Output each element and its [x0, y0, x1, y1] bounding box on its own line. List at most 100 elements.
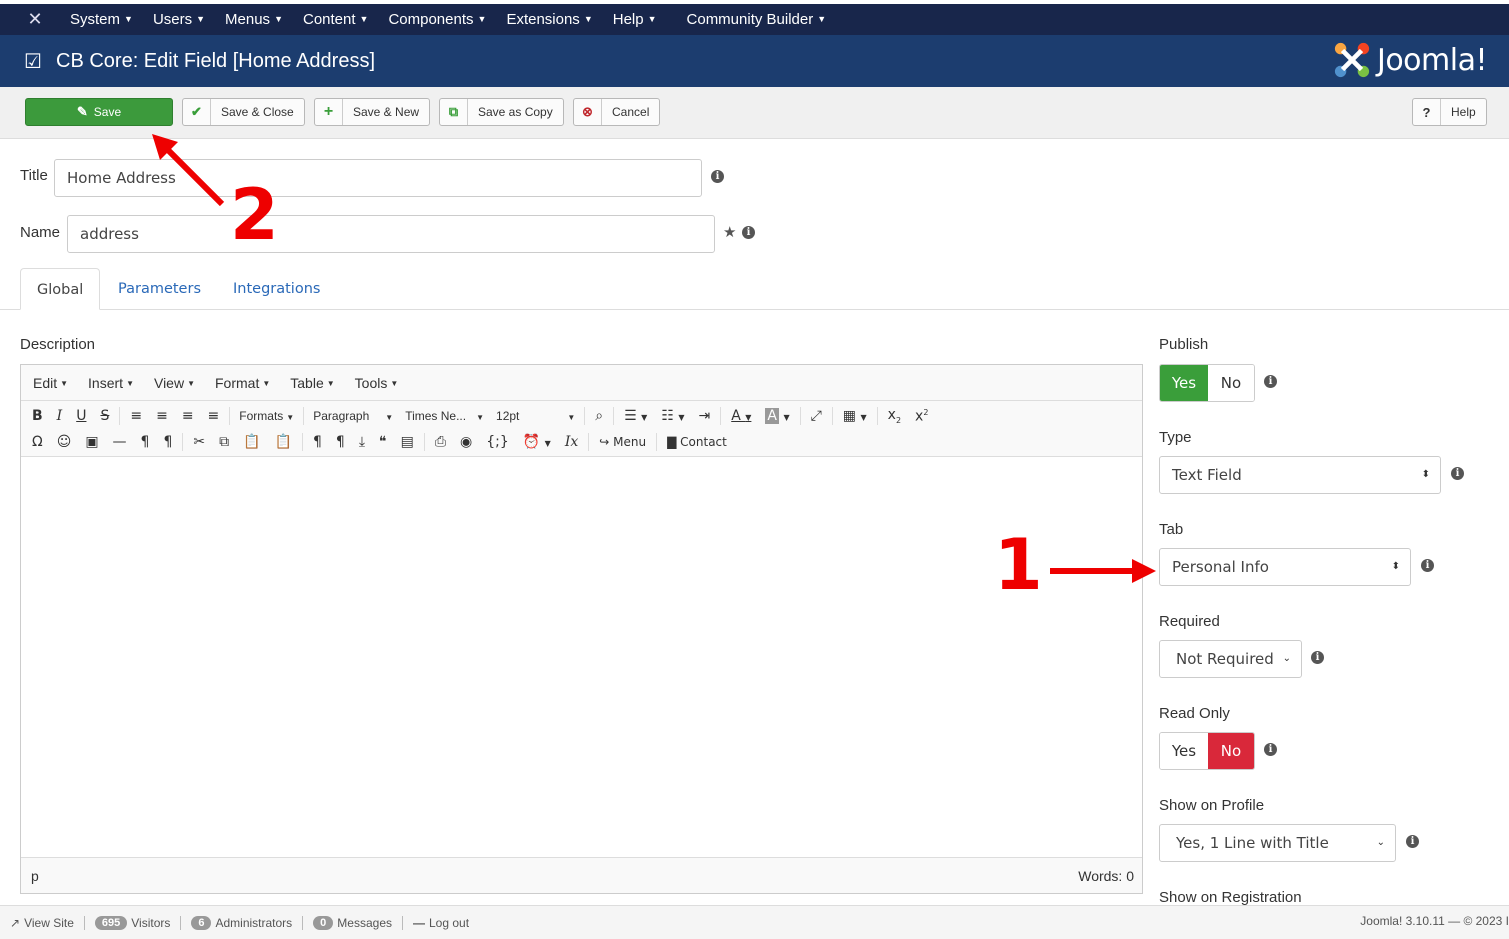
datetime-icon[interactable]: ⏰ ▼ — [516, 434, 558, 450]
menu-menus[interactable]: Menus ▼ — [225, 11, 283, 28]
preview-icon[interactable]: ◉ — [453, 434, 479, 450]
align-center-icon[interactable]: ≡ — [149, 408, 175, 424]
editor-menu-tools[interactable]: Tools ▼ — [355, 375, 399, 391]
horizontal-rule-icon[interactable]: — — [106, 434, 134, 450]
tab-select[interactable]: Personal Info ⬍ — [1159, 548, 1411, 586]
print-icon[interactable]: ⎙ — [428, 434, 453, 450]
fullscreen-icon[interactable]: ⤢ — [804, 408, 829, 424]
font-family-dropdown[interactable]: Times Ne... ▼ — [399, 409, 490, 423]
menu-button[interactable]: ↪ Menu — [592, 435, 653, 449]
publish-label: Publish — [1159, 336, 1209, 353]
paste-icon[interactable]: 📋 — [236, 434, 267, 450]
background-color-icon[interactable]: A ▼ — [758, 408, 796, 424]
visitors-link[interactable]: 695 Visitors — [94, 915, 170, 930]
ltr-icon[interactable]: ¶ — [134, 434, 157, 450]
save-new-button[interactable]: + Save & New — [314, 98, 431, 126]
info-icon: i — [1264, 375, 1277, 388]
chevron-down-icon: ⌄ — [1376, 837, 1385, 848]
logout-link[interactable]: — Log out — [413, 916, 469, 930]
editor-menubar: Edit ▼ Insert ▼ View ▼ Format ▼ Table ▼ Tools… — [21, 365, 1142, 401]
cut-icon[interactable]: ✂ — [186, 434, 212, 450]
blockquote-icon[interactable]: ❝ — [372, 434, 394, 450]
emoticon-icon[interactable]: ☺ — [50, 434, 79, 450]
code-icon[interactable]: {;} — [479, 434, 516, 450]
messages-link[interactable]: 0 Messages — [313, 915, 392, 930]
editor-statusbar: p Words: 0 — [21, 857, 1142, 893]
save-button[interactable]: ✎ Save — [25, 98, 173, 126]
superscript-icon[interactable]: x2 — [908, 408, 935, 425]
editor-menu-view[interactable]: View ▼ — [154, 375, 195, 391]
chevron-down-icon: ⌄ — [1282, 653, 1291, 664]
administrators-link[interactable]: 6 Administrators — [191, 915, 292, 930]
plus-icon: + — [315, 99, 343, 125]
indent-icon[interactable]: ⇥ — [691, 408, 717, 424]
copy-icon[interactable]: ⧉ — [212, 434, 236, 450]
align-justify-icon[interactable]: ≡ — [201, 408, 227, 424]
joomla-icon[interactable]: ✕ — [20, 9, 50, 30]
menu-community-builder[interactable]: Community Builder ▼ — [687, 11, 827, 28]
insert-icon[interactable]: ⤓ — [352, 434, 372, 450]
editor-menu-table[interactable]: Table ▼ — [290, 375, 334, 391]
required-select[interactable]: Not Required ⌄ — [1159, 640, 1302, 678]
rtl-icon[interactable]: ¶ — [156, 434, 179, 450]
subscript-icon[interactable]: x2 — [881, 407, 908, 425]
info-icon: i — [1451, 467, 1464, 480]
bullet-list-icon[interactable]: ☰ ▼ — [617, 408, 654, 424]
tab-integrations[interactable]: Integrations — [217, 268, 336, 310]
menu-help[interactable]: Help ▼ — [613, 11, 657, 28]
text-color-icon[interactable]: A ▼ — [724, 408, 758, 424]
cancel-button[interactable]: ⊗ Cancel — [573, 98, 661, 126]
tab-global[interactable]: Global — [20, 268, 101, 310]
template-icon[interactable]: ▤ — [394, 434, 421, 450]
info-icon: i — [1421, 559, 1434, 572]
contact-button[interactable]: ▇ Contact — [660, 435, 734, 449]
paste-text-icon[interactable]: 📋 — [268, 434, 299, 450]
view-site-link[interactable]: ↗ View Site — [10, 916, 74, 930]
visual-chars-icon[interactable]: ¶ — [306, 434, 329, 450]
special-char-icon[interactable]: Ω — [25, 434, 50, 450]
bold-icon[interactable]: B — [25, 408, 50, 424]
find-replace-icon[interactable]: ⌕ — [588, 408, 610, 424]
show-profile-label: Show on Profile — [1159, 797, 1265, 814]
numbered-list-icon[interactable]: ☷ ▼ — [654, 408, 691, 424]
save-copy-button[interactable]: ⧉ Save as Copy — [439, 98, 564, 126]
readonly-no-button[interactable]: No — [1207, 733, 1254, 769]
share-icon: ↪ — [599, 435, 610, 449]
media-icon[interactable]: ▣ — [78, 434, 105, 450]
save-close-button[interactable]: ✔ Save & Close — [182, 98, 305, 126]
paragraph-dropdown[interactable]: Paragraph ▼ — [307, 409, 399, 423]
editor-menu-insert[interactable]: Insert ▼ — [88, 375, 134, 391]
publish-yes-button[interactable]: Yes — [1160, 365, 1208, 401]
menu-extensions[interactable]: Extensions ▼ — [506, 11, 592, 28]
show-profile-select[interactable]: Yes, 1 Line with Title ⌄ — [1159, 824, 1396, 862]
menu-system[interactable]: System ▼ — [70, 11, 133, 28]
strikethrough-icon[interactable]: S — [93, 408, 116, 424]
edit-icon: ✎ — [76, 104, 88, 119]
title-label: Title — [20, 167, 48, 184]
readonly-yes-button[interactable]: Yes — [1160, 733, 1208, 769]
font-size-dropdown[interactable]: 12pt ▼ — [490, 409, 581, 423]
underline-icon[interactable]: U — [69, 408, 93, 424]
visual-blocks-icon[interactable]: ¶ — [329, 434, 352, 450]
name-input[interactable]: address — [67, 215, 715, 253]
italic-icon[interactable]: I — [50, 408, 70, 424]
align-left-icon[interactable]: ≡ — [123, 408, 149, 424]
align-right-icon[interactable]: ≡ — [175, 408, 201, 424]
clear-format-icon[interactable]: Ix — [558, 434, 585, 450]
question-icon: ? — [1413, 99, 1441, 125]
editor-toolbar: B I U S ≡ ≡ ≡ ≡ Formats ▼ Paragraph ▼ Time… — [21, 401, 1142, 457]
help-button[interactable]: ? Help — [1412, 98, 1487, 126]
external-link-icon: ↗ — [10, 915, 21, 930]
tab-parameters[interactable]: Parameters — [102, 268, 217, 310]
formats-dropdown[interactable]: Formats ▼ — [233, 409, 300, 423]
publish-no-button[interactable]: No — [1207, 365, 1254, 401]
editor-menu-format[interactable]: Format ▼ — [215, 375, 270, 391]
menu-users[interactable]: Users ▼ — [153, 11, 205, 28]
type-select[interactable]: Text Field ⬍ — [1159, 456, 1441, 494]
menu-content[interactable]: Content ▼ — [303, 11, 368, 28]
menu-components[interactable]: Components ▼ — [388, 11, 486, 28]
table-icon[interactable]: ▦ ▼ — [836, 408, 874, 424]
editor-menu-edit[interactable]: Edit ▼ — [33, 375, 68, 391]
info-icon: i — [1264, 743, 1277, 756]
editor-content-area[interactable] — [21, 458, 1142, 858]
